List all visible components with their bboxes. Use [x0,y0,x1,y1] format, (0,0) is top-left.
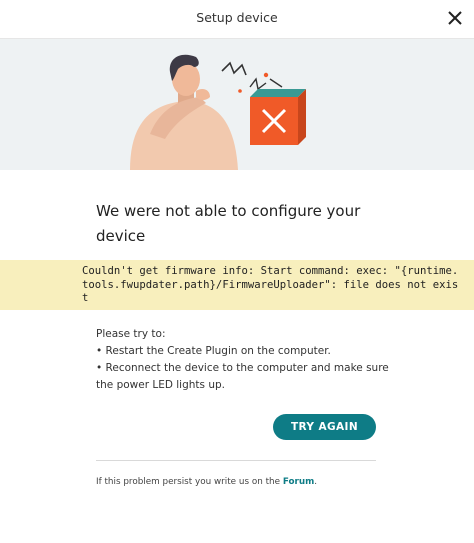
try-again-button[interactable]: TRY AGAIN [273,414,376,440]
forum-link[interactable]: Forum [283,477,314,487]
advice-item: • Restart the Create Plugin on the compu… [96,345,331,357]
close-button[interactable] [446,9,464,27]
advice-intro: Please try to: [96,328,166,340]
footer-help-text: If this problem persist you write us on … [96,477,426,487]
footer-prefix: If this problem persist you write us on … [96,477,283,487]
hero-illustration-area [0,39,474,170]
dialog-header: Setup device [0,0,474,39]
divider [96,460,376,461]
dialog-title: Setup device [196,10,278,25]
advice-item: • Reconnect the device to the computer a… [96,362,389,391]
footer-suffix: . [314,477,318,487]
error-headline: We were not able to configure your devic… [96,202,361,245]
error-message-text: Couldn't get firmware info: Start comman… [82,265,459,304]
advice-section: Please try to: • Restart the Create Plug… [96,326,396,394]
close-icon[interactable] [446,9,464,27]
person-thinking-with-broken-box-illustration [130,54,306,170]
